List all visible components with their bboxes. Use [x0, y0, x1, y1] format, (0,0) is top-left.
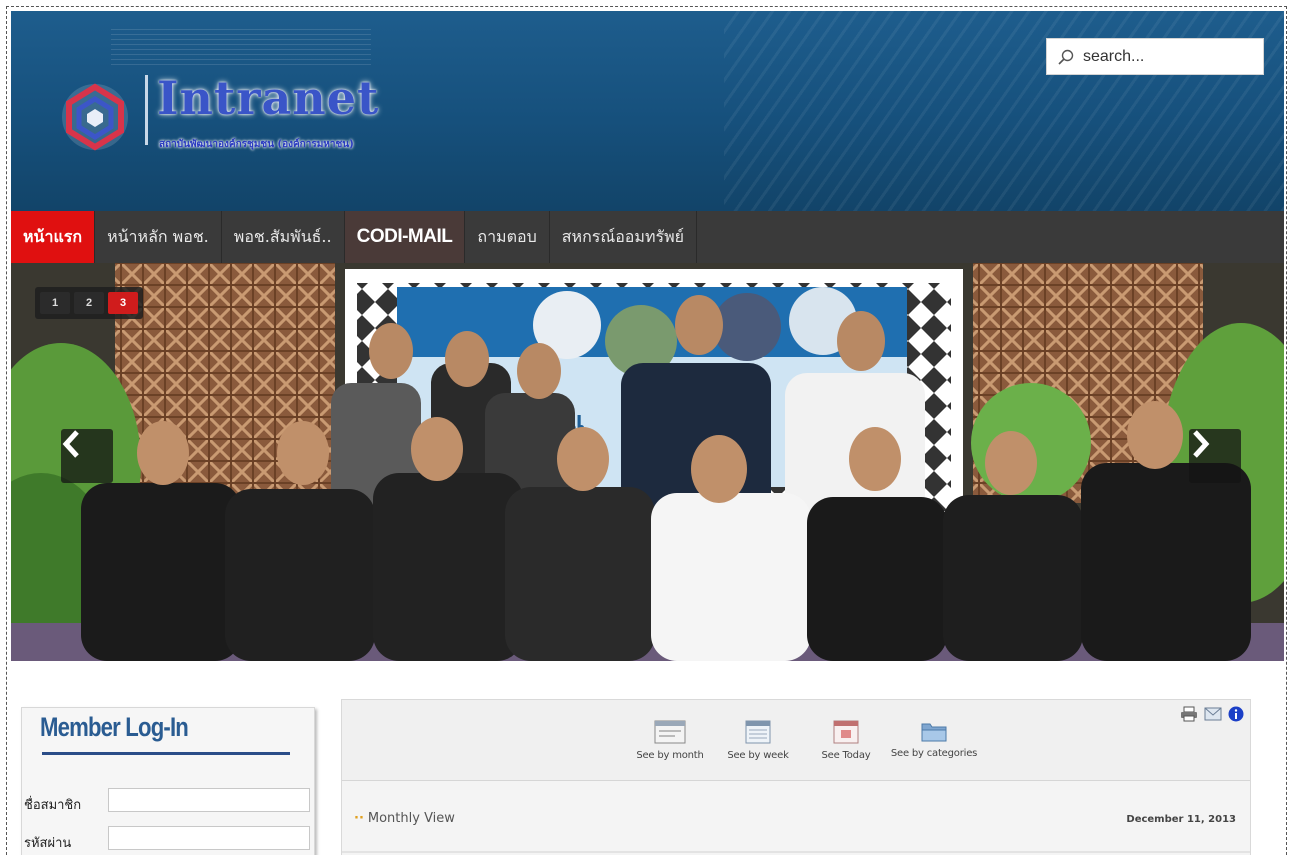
nav-item-qa[interactable]: ถามตอบ: [465, 211, 550, 263]
calendar-body: ·· Monthly View December 11, 2013: [342, 781, 1250, 855]
main-nav: หน้าแรก หน้าหลัก พอช. พอช.สัมพันธ์.. COD…: [11, 211, 1284, 263]
see-by-week-button[interactable]: See by week: [720, 720, 796, 761]
see-today-label: See Today: [821, 750, 871, 761]
current-date: December 11, 2013: [1126, 814, 1236, 825]
member-login-panel: Member Log-In ชื่อสมาชิก รหัสผ่าน: [21, 707, 315, 855]
nav-item-codi-mail[interactable]: CODI-MAIL: [344, 211, 466, 263]
nav-item-codi-main[interactable]: หน้าหลัก พอช.: [95, 211, 222, 263]
slideshow: อนแ: [11, 263, 1284, 661]
username-label: ชื่อสมาชิก: [24, 798, 82, 813]
slide-next-button[interactable]: [1189, 429, 1241, 483]
see-by-categories-button[interactable]: See by categories: [891, 720, 977, 761]
slide-page-3[interactable]: 3: [108, 292, 138, 314]
slide-pager: 1 2 3: [35, 287, 143, 319]
calendar-view-options: See by month See by week See Today See b…: [632, 720, 977, 761]
calendar-panel: See by month See by week See Today See b…: [341, 699, 1251, 855]
calendar-tools: [1180, 706, 1244, 722]
bullet-dots-icon: ··: [354, 811, 364, 826]
logo-title: Intranet: [157, 71, 380, 125]
slide-page-2[interactable]: 2: [74, 292, 104, 314]
folder-icon: [921, 723, 947, 742]
nav-item-codi-relations[interactable]: พอช.สัมพันธ์..: [222, 211, 345, 263]
monthly-view-label: Monthly View: [367, 811, 455, 826]
calendar-month-icon: [654, 720, 686, 744]
nav-item-cooperative[interactable]: สหกรณ์ออมทรัพย์: [550, 211, 698, 263]
username-field[interactable]: [108, 788, 310, 812]
header-lines: [111, 25, 371, 65]
see-by-week-label: See by week: [727, 750, 789, 761]
calendar-week-icon: [745, 720, 771, 744]
slide-photo: อนแ: [11, 263, 1284, 661]
site-logo[interactable]: Intranet สถาบันพัฒนาองค์กรชุมชน (องค์การ…: [59, 71, 459, 171]
login-title: Member Log-In: [40, 712, 189, 742]
print-icon[interactable]: [1180, 706, 1198, 722]
email-icon[interactable]: [1204, 707, 1222, 721]
chevron-right-icon: [1193, 430, 1210, 458]
search-input[interactable]: [1081, 46, 1255, 67]
page-frame: Intranet สถาบันพัฒนาองค์กรชุมชน (องค์การ…: [6, 6, 1287, 855]
logo-separator: [145, 75, 148, 145]
chevron-left-icon: [62, 430, 79, 458]
monthly-view-heading: ·· Monthly View: [354, 811, 455, 826]
logo-subtitle: สถาบันพัฒนาองค์กรชุมชน (องค์การมหาชน): [159, 139, 354, 150]
password-label: รหัสผ่าน: [24, 836, 72, 851]
calendar-today-icon: [833, 720, 859, 744]
slide-prev-button[interactable]: [61, 429, 113, 483]
logo-mark-icon: [62, 83, 128, 151]
calendar-bottom-rule: [342, 851, 1250, 853]
see-today-button[interactable]: See Today: [808, 720, 884, 761]
see-by-month-label: See by month: [636, 750, 704, 761]
see-by-month-button[interactable]: See by month: [632, 720, 708, 761]
search-icon[interactable]: [1057, 48, 1075, 66]
see-by-categories-label: See by categories: [890, 748, 978, 759]
login-divider: [42, 752, 290, 755]
password-field[interactable]: [108, 826, 310, 850]
slide-page-1[interactable]: 1: [40, 292, 70, 314]
search-box[interactable]: [1046, 38, 1264, 75]
nav-item-home[interactable]: หน้าแรก: [11, 211, 96, 263]
site-header: Intranet สถาบันพัฒนาองค์กรชุมชน (องค์การ…: [11, 11, 1284, 211]
info-icon[interactable]: [1228, 706, 1244, 722]
